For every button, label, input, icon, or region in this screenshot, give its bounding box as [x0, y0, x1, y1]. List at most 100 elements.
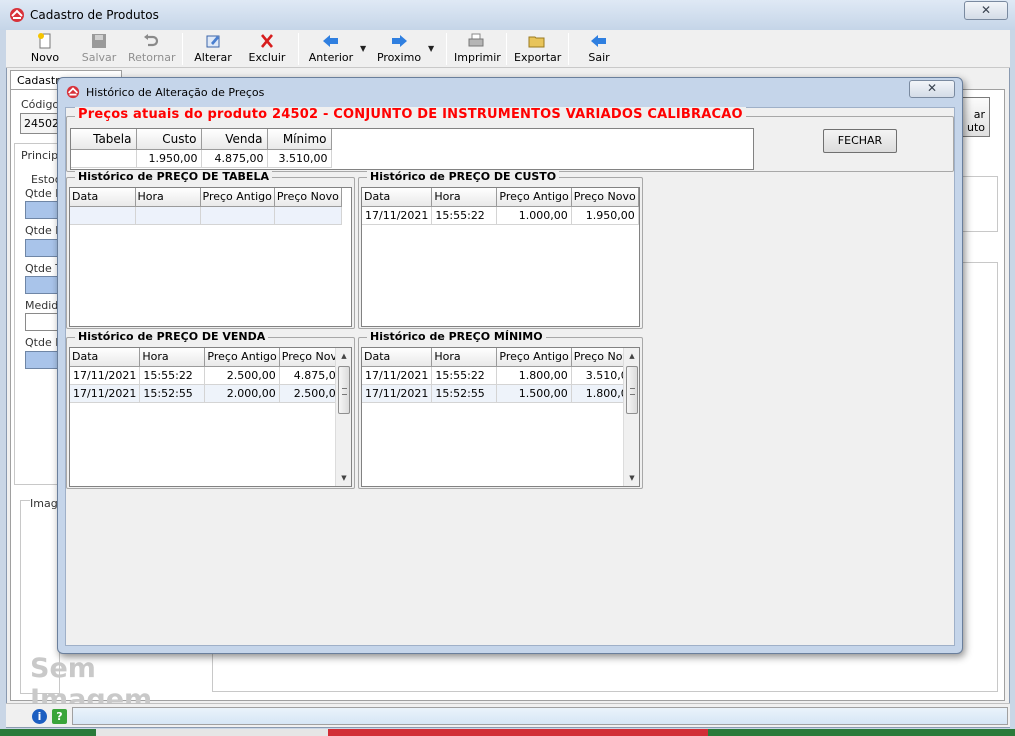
novo-label: Novo: [30, 51, 60, 64]
empty-row[interactable]: [70, 206, 342, 225]
current-prices-caption: Preços atuais do produto 24502 - CONJUNT…: [75, 107, 746, 122]
minimo-history-grid[interactable]: Data Hora Preço Antigo Preço Novo 17/11/2021…: [361, 347, 640, 487]
table-row[interactable]: 17/11/2021 15:52:55 2.000,00 2.500,00: [70, 384, 347, 403]
table-row[interactable]: 17/11/2021 15:55:22 2.500,00 4.875,00: [70, 366, 347, 385]
alterar-label: Alterar: [194, 51, 232, 64]
right-action-label: ar uto: [966, 108, 985, 134]
price-column-header: Venda: [201, 129, 268, 150]
history-cell: [274, 206, 342, 225]
anterior-button[interactable]: Anterior: [308, 33, 354, 67]
history-column-header[interactable]: Preço Novo: [274, 188, 342, 207]
retornar-button[interactable]: Retornar: [128, 33, 176, 67]
app-logo-icon: [10, 8, 24, 22]
anterior-label: Anterior: [308, 51, 354, 64]
tabela-history-grid[interactable]: Data Hora Preço Antigo Preço Novo: [69, 187, 352, 327]
venda-history-grid[interactable]: Data Hora Preço Antigo Preço Novo 17/11/2021…: [69, 347, 352, 487]
history-column-header[interactable]: Data: [362, 188, 433, 207]
history-column-header[interactable]: Preço Antigo: [204, 348, 280, 367]
sair-button[interactable]: Sair: [584, 33, 614, 67]
history-column-header[interactable]: Preço Antigo: [496, 188, 572, 207]
excluir-button[interactable]: Excluir: [248, 33, 286, 67]
folder-open-icon: [528, 36, 545, 48]
medida-field[interactable]: [25, 313, 58, 331]
novo-button[interactable]: Novo: [28, 33, 62, 67]
dialog-close-button[interactable]: ✕: [909, 80, 955, 98]
price-cell[interactable]: 3.510,00: [267, 149, 332, 168]
new-document-icon: [38, 33, 51, 49]
status-text-field: [72, 707, 1008, 725]
history-column-header[interactable]: Preço Antigo: [496, 348, 572, 367]
qtde-m-field[interactable]: [25, 239, 58, 257]
scroll-down-icon[interactable]: ▼: [336, 470, 351, 486]
history-cell: 17/11/2021: [70, 366, 141, 385]
venda-history-caption: Histórico de PREÇO DE VENDA: [75, 330, 269, 343]
history-cell: 15:55:22: [431, 206, 498, 225]
sem-imagem-placeholder: Sem Imagem: [30, 653, 153, 715]
toolbar-separator: [446, 33, 447, 65]
dialog-title: Histórico de Alteração de Preços: [86, 86, 265, 99]
anterior-dropdown-icon[interactable]: ▼: [360, 44, 366, 53]
history-cell: 15:52:55: [431, 384, 498, 403]
side-group: [962, 176, 998, 232]
alterar-button[interactable]: Alterar: [194, 33, 232, 67]
background-strip: [0, 729, 1015, 736]
venda-scrollbar[interactable]: ▲ ▼: [335, 348, 351, 486]
salvar-label: Salvar: [81, 51, 117, 64]
venda-history-frame: Histórico de PREÇO DE VENDA Data Hora Preç…: [66, 330, 355, 489]
history-column-header[interactable]: Data: [70, 348, 141, 367]
main-titlebar: Cadastro de Produtos ✕: [0, 0, 1015, 30]
info-icon[interactable]: i: [32, 709, 47, 724]
exportar-label: Exportar: [514, 51, 562, 64]
history-column-header[interactable]: Preço Novo: [571, 188, 639, 207]
table-row[interactable]: 17/11/2021 15:55:22 1.800,00 3.510,00: [362, 366, 639, 385]
main-close-button[interactable]: ✕: [964, 1, 1008, 20]
retornar-label: Retornar: [128, 51, 176, 64]
current-prices-grid[interactable]: Tabela Custo Venda Mínimo 1.950,00 4.875,00 3…: [70, 128, 754, 170]
fechar-button[interactable]: FECHAR: [823, 129, 897, 153]
codigo-field[interactable]: 24502: [20, 113, 60, 134]
salvar-button[interactable]: Salvar: [80, 33, 118, 67]
scroll-thumb[interactable]: [626, 366, 638, 414]
scroll-thumb[interactable]: [338, 366, 350, 414]
dialog-client-area: Preços atuais do produto 24502 - CONJUNT…: [65, 107, 955, 646]
imprimir-button[interactable]: Imprimir: [454, 33, 501, 67]
proximo-button[interactable]: Proximo: [376, 33, 422, 67]
history-column-header[interactable]: Hora: [135, 188, 201, 207]
toolbar-separator: [182, 33, 183, 65]
exportar-button[interactable]: Exportar: [514, 33, 562, 67]
scroll-up-icon[interactable]: ▲: [336, 348, 351, 364]
minimo-scrollbar[interactable]: ▲ ▼: [623, 348, 639, 486]
scroll-up-icon[interactable]: ▲: [624, 348, 639, 364]
history-cell: 15:55:22: [431, 366, 498, 385]
history-column-header[interactable]: Data: [362, 348, 433, 367]
qtde-m2-field[interactable]: [25, 351, 58, 369]
history-cell: 17/11/2021: [362, 384, 433, 403]
table-row[interactable]: 17/11/2021 15:52:55 1.500,00 1.800,00: [362, 384, 639, 403]
table-row[interactable]: 17/11/2021 15:55:22 1.000,00 1.950,00: [362, 206, 639, 225]
delete-x-icon: [261, 34, 273, 48]
toolbar-separator: [568, 33, 569, 65]
printer-icon: [468, 33, 484, 47]
custo-history-grid[interactable]: Data Hora Preço Antigo Preço Novo 17/11/2021…: [361, 187, 640, 327]
price-cell[interactable]: 4.875,00: [201, 149, 268, 168]
history-cell: 17/11/2021: [362, 366, 433, 385]
scroll-down-icon[interactable]: ▼: [624, 470, 639, 486]
qtde-t-field[interactable]: [25, 276, 58, 294]
statusbar: i ?: [6, 703, 1010, 727]
history-column-header[interactable]: Hora: [139, 348, 206, 367]
arrow-right-icon: [392, 35, 407, 47]
history-column-header[interactable]: Data: [70, 188, 136, 207]
undo-icon: [144, 34, 159, 47]
history-column-header[interactable]: Hora: [431, 188, 498, 207]
proximo-dropdown-icon[interactable]: ▼: [428, 44, 434, 53]
history-column-header[interactable]: Preço Antigo: [200, 188, 275, 207]
history-cell: [70, 206, 136, 225]
price-column-header: Mínimo: [267, 129, 332, 150]
price-cell[interactable]: 1.950,00: [136, 149, 202, 168]
save-icon: [92, 34, 106, 48]
price-cell[interactable]: [71, 149, 137, 168]
help-icon[interactable]: ?: [52, 709, 67, 724]
qtde-d-field[interactable]: [25, 201, 58, 219]
history-column-header[interactable]: Hora: [431, 348, 498, 367]
history-cell: [200, 206, 275, 225]
